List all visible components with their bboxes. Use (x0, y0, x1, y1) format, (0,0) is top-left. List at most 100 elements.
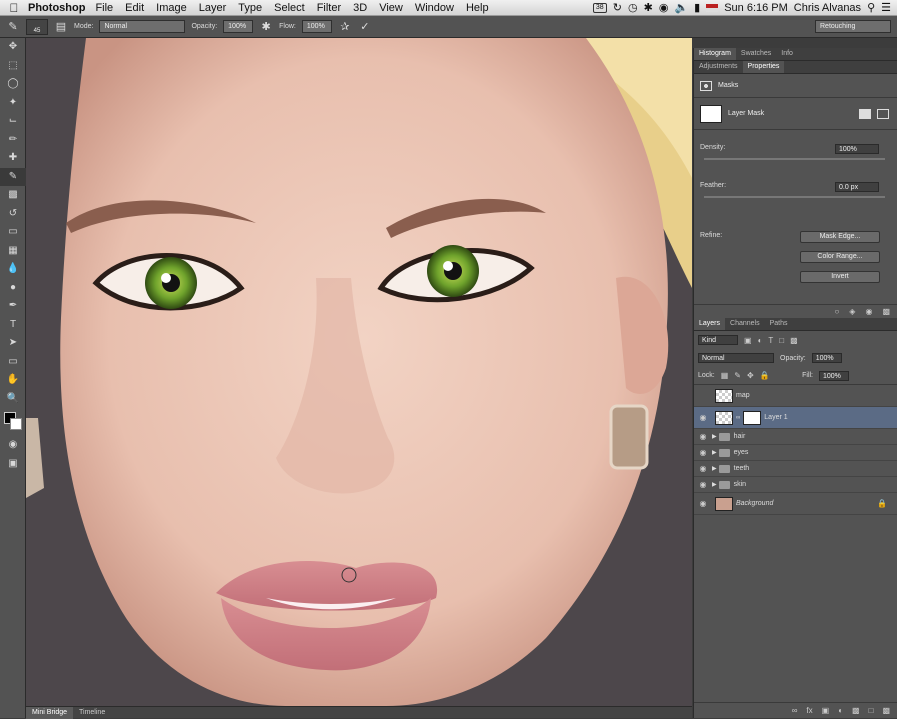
mask-thumbnail[interactable] (700, 104, 722, 123)
layer-row-map[interactable]: map (694, 385, 897, 407)
expand-arrow-icon[interactable]: ▶ (712, 449, 717, 456)
kind-filter-dropdown[interactable]: Kind (698, 335, 738, 345)
healing-brush-tool-icon[interactable]: ✚ (0, 149, 26, 168)
eye-icon[interactable]: ◉ (694, 480, 712, 489)
blur-tool-icon[interactable]: 💧 (0, 260, 26, 279)
lock-position-icon[interactable]: ✥ (747, 371, 754, 380)
spotlight-icon[interactable]: ⚲ (867, 1, 875, 14)
layer-row-teeth[interactable]: ◉ ▶ teeth (694, 461, 897, 477)
fx-icon[interactable]: fx (806, 706, 812, 715)
menu-layer[interactable]: Layer (199, 2, 227, 14)
layer-row-eyes[interactable]: ◉ ▶ eyes (694, 445, 897, 461)
tab-adjustments[interactable]: Adjustments (694, 61, 743, 73)
menu-file[interactable]: File (95, 2, 113, 14)
eye-icon[interactable]: ◉ (694, 413, 712, 422)
volume-icon[interactable]: 🔈 (674, 1, 688, 14)
background-color[interactable] (10, 418, 22, 430)
eye-icon[interactable]: ◉ (694, 432, 712, 441)
screen-mode-icon[interactable]: ▣ (0, 455, 26, 474)
layer-row-layer1[interactable]: ◉ ∞ Layer 1 (694, 407, 897, 429)
sync-icon[interactable]: ↻ (613, 1, 622, 14)
trash-icon[interactable]: ▩ (882, 307, 890, 316)
gradient-tool-icon[interactable]: ▦ (0, 242, 26, 261)
vector-mask-icon[interactable] (877, 108, 889, 119)
lasso-tool-icon[interactable]: ◯ (0, 75, 26, 94)
new-layer-icon[interactable]: □ (869, 706, 874, 715)
lock-transparent-icon[interactable]: ▦ (721, 371, 729, 380)
tab-layers[interactable]: Layers (694, 318, 726, 330)
type-tool-icon[interactable]: T (0, 316, 26, 335)
quick-mask-icon[interactable]: ◉ (0, 436, 26, 455)
quick-select-tool-icon[interactable]: ✦ (0, 94, 26, 113)
tab-histogram[interactable]: Histogram (694, 48, 736, 60)
link-layers-icon[interactable]: ∞ (792, 706, 798, 715)
expand-arrow-icon[interactable]: ▶ (712, 465, 717, 472)
flow-field[interactable]: 100% (301, 20, 332, 33)
layer-mask-thumbnail[interactable] (743, 410, 762, 425)
brush-preset-picker[interactable]: 45 (26, 18, 48, 35)
eraser-tool-icon[interactable]: ▭ (0, 223, 26, 242)
eye-icon[interactable]: ◉ (694, 499, 712, 508)
feather-slider[interactable] (704, 196, 885, 198)
menu-help[interactable]: Help (466, 2, 489, 14)
add-mask-icon[interactable]: ▣ (822, 706, 830, 715)
density-field[interactable]: 100% (835, 144, 879, 154)
brush-tool-icon[interactable]: ✎ (6, 20, 20, 34)
pen-tool-icon[interactable]: ✒ (0, 297, 26, 316)
new-group-icon[interactable]: ▩ (852, 706, 860, 715)
mode-dropdown[interactable]: Normal (99, 20, 186, 33)
user-name[interactable]: Chris Alvanas (794, 2, 861, 14)
adjustment-layer-icon[interactable]: ◐ (838, 706, 843, 715)
expand-arrow-icon[interactable]: ▶ (712, 433, 717, 440)
marquee-tool-icon[interactable]: ⬚ (0, 57, 26, 76)
tab-swatches[interactable]: Swatches (736, 48, 776, 60)
airbrush-icon[interactable]: ✰ (338, 20, 352, 34)
trash-icon[interactable]: ▩ (882, 706, 890, 715)
menu-3d[interactable]: 3D (353, 2, 367, 14)
lock-pixels-icon[interactable]: ✎ (734, 371, 741, 380)
filter-type-icon[interactable]: T (768, 336, 773, 345)
hand-tool-icon[interactable]: ✋ (0, 371, 26, 390)
pixel-mask-icon[interactable] (859, 108, 871, 119)
filter-adjust-icon[interactable]: ◐ (758, 336, 763, 345)
flag-icon[interactable] (706, 3, 719, 12)
menu-image[interactable]: Image (156, 2, 187, 14)
eye-icon[interactable]: ◉ (694, 464, 712, 473)
tab-mini-bridge[interactable]: Mini Bridge (26, 706, 74, 719)
document-canvas[interactable] (26, 38, 692, 706)
app-name[interactable]: Photoshop (28, 2, 85, 14)
bluetooth-icon[interactable]: ✱ (644, 1, 653, 14)
workspace-dropdown[interactable]: Retouching (815, 20, 891, 33)
layer-row-background[interactable]: ◉ Background 🔒 (694, 493, 897, 515)
wifi-icon[interactable]: ◉ (659, 1, 669, 14)
color-range-button[interactable]: Color Range... (800, 251, 880, 263)
clock[interactable]: Sun 6:16 PM (724, 2, 788, 14)
eyedropper-tool-icon[interactable]: ✏ (0, 131, 26, 150)
filter-shape-icon[interactable]: □ (779, 336, 784, 345)
layer-opacity-field[interactable]: 100% (811, 353, 842, 363)
battery-icon[interactable]: ▮ (694, 1, 700, 14)
layer-row-skin[interactable]: ◉ ▶ skin (694, 477, 897, 493)
shape-tool-icon[interactable]: ▭ (0, 353, 26, 372)
tab-paths[interactable]: Paths (765, 318, 793, 330)
crop-tool-icon[interactable]: ⌙ (0, 112, 26, 131)
color-swatches[interactable] (0, 408, 25, 436)
pressure-size-icon[interactable]: ✓ (358, 20, 372, 34)
layer-row-hair[interactable]: ◉ ▶ hair (694, 429, 897, 445)
link-icon[interactable]: ∞ (736, 415, 740, 421)
filter-smart-icon[interactable]: ▩ (790, 336, 798, 345)
pressure-opacity-icon[interactable]: ✱ (259, 20, 273, 34)
menu-view[interactable]: View (379, 2, 403, 14)
tab-properties[interactable]: Properties (742, 61, 785, 73)
timemachine-icon[interactable]: ◷ (628, 1, 638, 14)
mask-edge-button[interactable]: Mask Edge... (800, 231, 880, 243)
lock-all-icon[interactable]: 🔒 (760, 371, 770, 380)
tab-timeline[interactable]: Timeline (73, 707, 111, 719)
load-selection-icon[interactable]: ○ (834, 307, 839, 316)
clone-stamp-tool-icon[interactable]: ▩ (0, 186, 26, 205)
adobe-badge-icon[interactable]: 38 (592, 2, 607, 13)
menu-window[interactable]: Window (415, 2, 454, 14)
menu-type[interactable]: Type (238, 2, 262, 14)
zoom-tool-icon[interactable]: 🔍 (0, 390, 26, 409)
blend-mode-dropdown[interactable]: Normal (698, 353, 774, 363)
